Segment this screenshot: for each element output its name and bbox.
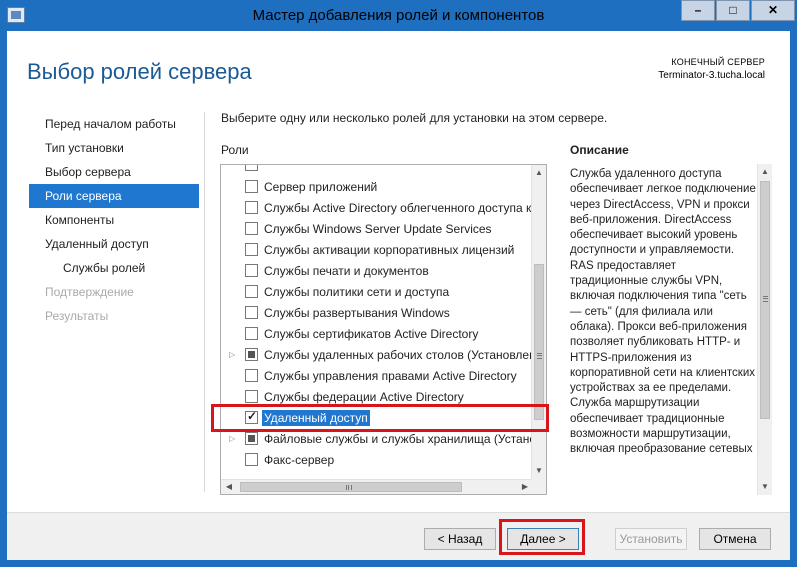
role-checkbox[interactable] <box>245 432 258 445</box>
role-row[interactable]: Службы сертификатов Active Directory <box>221 324 533 345</box>
window-controls: – □ ✕ <box>680 0 795 21</box>
grip-icon <box>763 296 768 302</box>
scroll-down-icon[interactable]: ▼ <box>532 463 546 479</box>
scroll-thumb[interactable] <box>534 264 544 420</box>
nav-item-server-selection[interactable]: Выбор сервера <box>29 160 199 184</box>
highlight-remote-access <box>211 404 549 432</box>
roles-heading: Роли <box>221 143 249 157</box>
role-checkbox[interactable] <box>245 201 258 214</box>
nav-divider <box>204 112 205 492</box>
expand-arrow-icon[interactable]: ▷ <box>229 350 237 360</box>
nav-item-features[interactable]: Компоненты <box>29 208 199 232</box>
wizard-nav: Перед началом работы Тип установки Выбор… <box>29 112 199 328</box>
window-title: Мастер добавления ролей и компонентов <box>252 7 545 24</box>
scroll-corner <box>531 479 546 494</box>
page-title: Выбор ролей сервера <box>27 59 252 84</box>
role-checkbox[interactable] <box>245 243 258 256</box>
role-label: Службы развертывания Windows <box>264 306 450 320</box>
role-row[interactable]: Службы Windows Server Update Services <box>221 219 533 240</box>
nav-item-server-roles[interactable]: Роли сервера <box>29 184 199 208</box>
maximize-button[interactable]: □ <box>716 0 750 21</box>
role-checkbox[interactable] <box>245 180 258 193</box>
description-scrollbar[interactable]: ▲ ▼ <box>757 164 772 495</box>
role-label: Службы политики сети и доступа <box>264 285 450 299</box>
role-label: Службы печати и документов <box>264 264 429 278</box>
wizard-client: Выбор ролей сервера КОНЕЧНЫЙ СЕРВЕР Term… <box>7 31 790 560</box>
role-row[interactable]: Службы развертывания Windows <box>221 303 533 324</box>
role-row[interactable]: ▷ Файловые службы и службы хранилища (Ус… <box>221 429 533 450</box>
description-panel: Служба удаленного доступа обеспечивает л… <box>570 164 772 495</box>
role-checkbox[interactable] <box>245 369 258 382</box>
nav-item-installation-type[interactable]: Тип установки <box>29 136 199 160</box>
role-row[interactable]: Службы управления правами Active Directo… <box>221 366 533 387</box>
description-heading: Описание <box>570 143 629 157</box>
role-checkbox[interactable] <box>245 327 258 340</box>
role-row-partial <box>221 165 533 177</box>
role-checkbox[interactable] <box>245 285 258 298</box>
maximize-icon: □ <box>729 3 737 17</box>
role-checkbox[interactable] <box>245 390 258 403</box>
role-checkbox[interactable] <box>245 222 258 235</box>
role-label: Сервер приложений <box>264 180 378 194</box>
destination-server: Terminator-3.tucha.local <box>658 70 765 81</box>
highlight-next-button <box>499 519 585 555</box>
description-text: Служба удаленного доступа обеспечивает л… <box>570 168 756 456</box>
minimize-button[interactable]: – <box>681 0 715 21</box>
nav-item-results: Результаты <box>45 309 109 323</box>
role-checkbox[interactable] <box>245 264 258 277</box>
roles-horizontal-scrollbar[interactable]: ◀ ▶ <box>221 479 533 494</box>
scroll-left-icon[interactable]: ◀ <box>221 480 237 494</box>
role-row[interactable]: Факс-сервер <box>221 450 533 471</box>
grip-icon <box>537 353 542 359</box>
scroll-down-icon[interactable]: ▼ <box>758 479 772 495</box>
instruction-text: Выберите одну или несколько ролей для ус… <box>221 111 608 125</box>
roles-tree[interactable]: Сервер приложений Службы Active Director… <box>220 164 547 495</box>
scroll-up-icon[interactable]: ▲ <box>758 164 772 180</box>
role-label: Службы сертификатов Active Directory <box>264 327 479 341</box>
window-frame: Выбор ролей сервера КОНЕЧНЫЙ СЕРВЕР Term… <box>0 31 797 567</box>
expand-arrow-icon[interactable]: ▷ <box>229 434 237 444</box>
scroll-thumb[interactable] <box>240 482 462 492</box>
nav-item-confirmation: Подтверждение <box>45 285 134 299</box>
nav-item-before-you-begin[interactable]: Перед началом работы <box>29 112 199 136</box>
role-row[interactable]: Службы Active Directory облегченного дос… <box>221 198 533 219</box>
role-label: Службы удаленных рабочих столов (Установ… <box>264 348 533 362</box>
nav-item-role-services[interactable]: Службы ролей <box>29 256 199 280</box>
role-checkbox[interactable] <box>245 306 258 319</box>
close-button[interactable]: ✕ <box>751 0 795 21</box>
role-row[interactable]: Службы активации корпоративных лицензий <box>221 240 533 261</box>
role-row[interactable]: Сервер приложений <box>221 177 533 198</box>
back-button[interactable]: < Назад <box>424 528 496 550</box>
destination-label: КОНЕЧНЫЙ СЕРВЕР <box>671 57 765 67</box>
role-row[interactable]: ▷ Службы удаленных рабочих столов (Устан… <box>221 345 533 366</box>
role-checkbox[interactable] <box>245 165 258 171</box>
scroll-thumb[interactable] <box>760 181 770 419</box>
role-label: Службы Windows Server Update Services <box>264 222 492 236</box>
cancel-button[interactable]: Отмена <box>699 528 771 550</box>
role-label: Факс-сервер <box>264 453 335 467</box>
role-checkbox[interactable] <box>245 453 258 466</box>
scroll-up-icon[interactable]: ▲ <box>532 165 546 181</box>
role-label: Службы активации корпоративных лицензий <box>264 243 515 257</box>
role-label: Службы Active Directory облегченного дос… <box>264 201 532 215</box>
grip-icon <box>346 485 352 490</box>
close-icon: ✕ <box>767 3 779 17</box>
role-row[interactable]: Службы печати и документов <box>221 261 533 282</box>
title-bar: Мастер добавления ролей и компонентов – … <box>0 0 797 31</box>
nav-item-remote-access[interactable]: Удаленный доступ <box>29 232 199 256</box>
role-row[interactable]: Службы политики сети и доступа <box>221 282 533 303</box>
minimize-icon: – <box>694 3 702 17</box>
role-checkbox[interactable] <box>245 348 258 361</box>
install-button: Установить <box>615 528 687 550</box>
role-label: Службы управления правами Active Directo… <box>264 369 517 383</box>
role-label: Файловые службы и службы хранилища (Уста… <box>264 432 533 446</box>
role-label: Службы федерации Active Directory <box>264 390 464 404</box>
